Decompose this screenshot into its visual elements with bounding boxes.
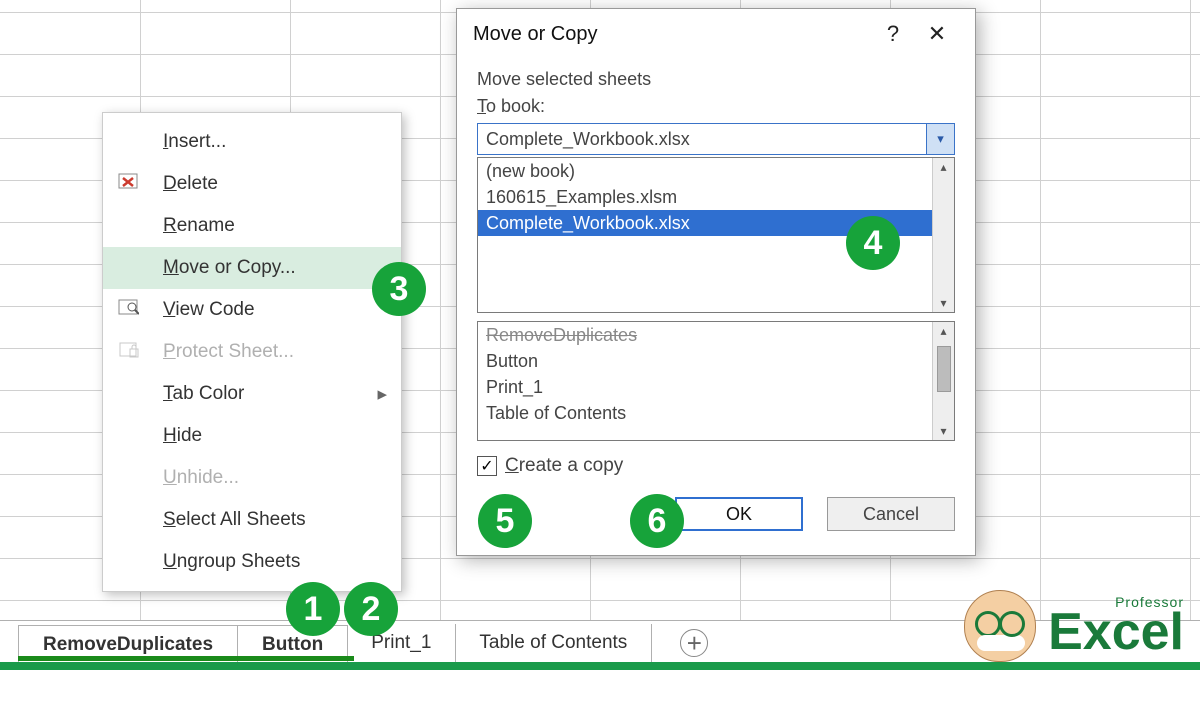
dialog-title-text: Move or Copy [473,23,598,46]
cancel-button[interactable]: Cancel [827,497,955,531]
chevron-down-icon[interactable]: ▾ [926,124,954,154]
tab-label: Print_1 [371,632,431,654]
menu-insert[interactable]: Insert... [103,121,401,163]
menu-select-all-sheets[interactable]: Select All Sheets [103,499,401,541]
callout-6: 6 [630,494,684,548]
delete-icon [117,170,139,198]
menu-ungroup-sheets[interactable]: Ungroup Sheets [103,541,401,583]
menu-label: Insert... [163,131,226,153]
before-sheet-listbox[interactable]: RemoveDuplicates Button Print_1 Table of… [477,321,955,441]
menu-label: Tab Color [163,383,244,405]
create-a-copy-checkbox[interactable]: ✓ [477,456,497,476]
plus-icon: + [680,629,708,657]
scrollbar[interactable]: ▴ ▾ [932,322,954,440]
help-button[interactable]: ? [871,21,915,47]
menu-hide[interactable]: Hide [103,415,401,457]
menu-label: Delete [163,173,218,195]
sheet-option-toc[interactable]: Table of Contents [478,400,954,426]
menu-label: Rename [163,215,235,237]
callout-5: 5 [478,494,532,548]
book-option-new[interactable]: (new book) [478,158,954,184]
menu-label: Unhide... [163,467,239,489]
menu-label: View Code [163,299,255,321]
active-tabs-underline [18,656,354,661]
sheet-option-removeduplicates[interactable]: RemoveDuplicates [478,322,954,348]
callout-2: 2 [344,582,398,636]
menu-label: Move or Copy... [163,257,296,279]
new-sheet-button[interactable]: + [671,624,717,662]
menu-delete[interactable]: Delete [103,163,401,205]
dialog-subtitle: Move selected sheets [477,69,955,90]
menu-unhide: Unhide... [103,457,401,499]
book-option-examples[interactable]: 160615_Examples.xlsm [478,184,954,210]
sheet-context-menu: Insert... Delete Rename Move or Copy... … [102,112,402,592]
move-or-copy-dialog: Move or Copy ? ✕ Move selected sheets To… [456,8,976,556]
ok-button[interactable]: OK [675,497,803,531]
menu-tab-color[interactable]: Tab Color [103,373,401,415]
tab-label: RemoveDuplicates [43,634,213,656]
professor-face-icon [964,590,1036,662]
create-a-copy-row[interactable]: ✓ Create a copy [477,455,955,477]
menu-protect-sheet: Protect Sheet... [103,331,401,373]
tab-label: Table of Contents [479,632,627,654]
professor-excel-logo: Professor Excel [964,590,1184,662]
sheet-option-button[interactable]: Button [478,348,954,374]
combo-value: Complete_Workbook.xlsx [486,129,690,150]
close-button[interactable]: ✕ [915,21,959,47]
dialog-titlebar: Move or Copy ? ✕ [457,9,975,59]
menu-label: Ungroup Sheets [163,551,300,573]
scroll-up-icon[interactable]: ▴ [940,160,946,174]
sheet-option-print1[interactable]: Print_1 [478,374,954,400]
menu-view-code[interactable]: View Code [103,289,401,331]
create-a-copy-label: Create a copy [505,455,623,477]
menu-label: Hide [163,425,202,447]
sheet-tab-toc[interactable]: Table of Contents [455,624,652,662]
menu-rename[interactable]: Rename [103,205,401,247]
menu-label: Protect Sheet... [163,341,294,363]
scroll-up-icon[interactable]: ▴ [940,324,946,338]
logo-excel: Excel [1048,609,1184,656]
scrollbar[interactable]: ▴ ▾ [932,158,954,312]
callout-4: 4 [846,216,900,270]
scroll-thumb[interactable] [937,346,951,392]
menu-label: Select All Sheets [163,509,306,531]
callout-3: 3 [372,262,426,316]
menu-move-or-copy[interactable]: Move or Copy... [103,247,401,289]
status-bar [0,662,1200,670]
callout-1: 1 [286,582,340,636]
scroll-down-icon[interactable]: ▾ [940,424,946,438]
code-icon [117,296,139,324]
scroll-down-icon[interactable]: ▾ [940,296,946,310]
protect-icon [117,338,139,366]
to-book-combobox[interactable]: Complete_Workbook.xlsx ▾ [477,123,955,155]
to-book-label: To book: [477,96,955,117]
tab-label: Button [262,634,323,656]
